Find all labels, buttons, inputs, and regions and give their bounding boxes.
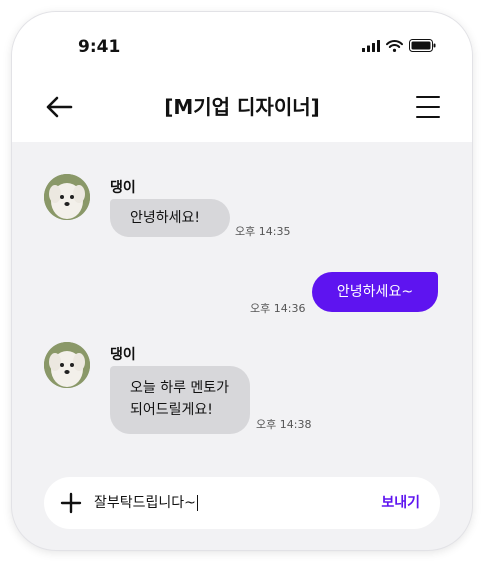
phone-frame: 9:41 [M기업 디자이너] 댕이 안녕하세요! 오후 14:35 오후 14… xyxy=(12,12,472,550)
avatar[interactable] xyxy=(44,342,90,388)
hamburger-menu-icon[interactable] xyxy=(416,94,440,120)
battery-icon xyxy=(409,39,436,52)
avatar[interactable] xyxy=(44,174,90,220)
message-bubble-outgoing: 안녕하세요~ xyxy=(312,272,438,312)
sender-name: 댕이 xyxy=(110,347,136,363)
message-composer: 잘부탁드립니다~ 보내기 xyxy=(44,477,440,529)
dog-avatar-icon xyxy=(44,174,90,220)
message-text: 안녕하세요! xyxy=(130,210,201,226)
status-time: 9:41 xyxy=(78,37,121,57)
message-text-line: 되어드릴게요! xyxy=(130,402,213,418)
text-caret xyxy=(196,495,198,511)
plus-icon[interactable] xyxy=(60,492,82,514)
message-input-value: 잘부탁드립니다~ xyxy=(94,495,196,511)
message-bubble-incoming: 안녕하세요! xyxy=(110,199,230,237)
wifi-icon xyxy=(386,39,403,52)
status-icons xyxy=(362,39,436,52)
message-input[interactable]: 잘부탁드립니다~ xyxy=(94,477,198,529)
sender-name: 댕이 xyxy=(110,180,136,196)
message-text-line: 오늘 하루 멘토가 xyxy=(130,380,230,396)
message-time: 오후 14:36 xyxy=(250,302,306,315)
signal-icon xyxy=(362,39,380,52)
page-title: [M기업 디자이너] xyxy=(164,95,320,119)
dog-avatar-icon xyxy=(44,342,90,388)
send-button[interactable]: 보내기 xyxy=(381,477,420,529)
message-bubble-incoming: 오늘 하루 멘토가 되어드릴게요! xyxy=(110,366,250,434)
screen: 9:41 [M기업 디자이너] 댕이 안녕하세요! 오후 14:35 오후 14… xyxy=(0,0,484,563)
header: 9:41 [M기업 디자이너] xyxy=(12,12,472,142)
message-text: 안녕하세요~ xyxy=(336,284,414,300)
message-time: 오후 14:35 xyxy=(235,225,291,238)
message-time: 오후 14:38 xyxy=(256,418,312,431)
